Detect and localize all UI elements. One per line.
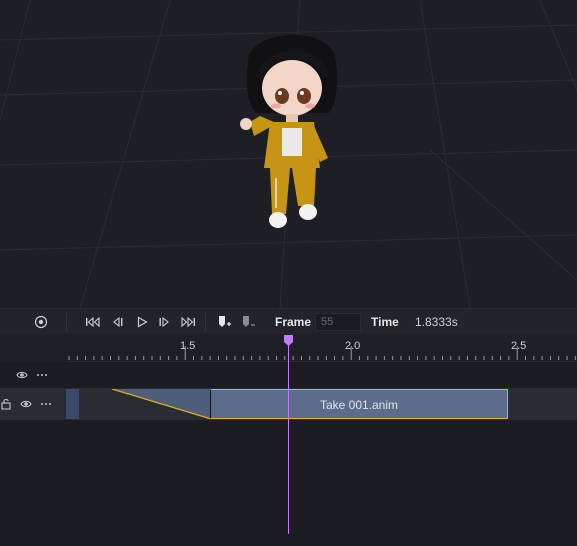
animation-clip[interactable]: Take 001.anim — [210, 389, 508, 419]
eye-icon[interactable] — [16, 369, 28, 381]
eye-icon[interactable] — [20, 398, 32, 410]
clip-label: Take 001.anim — [319, 398, 399, 412]
ruler-tick-label: 1.5 — [180, 340, 196, 352]
unlock-icon[interactable] — [0, 398, 12, 410]
skip-to-start-icon[interactable] — [85, 314, 101, 330]
character-model[interactable] — [236, 18, 348, 238]
remove-keyframe-icon[interactable] — [240, 314, 256, 330]
more-options-icon[interactable] — [36, 369, 48, 381]
toolbar-separator — [205, 313, 206, 331]
time-label: Time — [371, 315, 399, 329]
clip-blend-in[interactable] — [80, 389, 212, 419]
ruler-ticks — [68, 346, 576, 360]
next-frame-icon[interactable] — [157, 314, 173, 330]
timeline-toolbar: Frame Time 1.8333s — [0, 308, 577, 334]
toolbar-separator — [66, 313, 67, 331]
play-icon[interactable] — [134, 314, 150, 330]
skip-to-end-icon[interactable] — [180, 314, 196, 330]
playhead-handle[interactable] — [284, 335, 293, 346]
ruler-tick-label: 2.0 — [345, 340, 361, 352]
previous-frame-icon[interactable] — [109, 314, 125, 330]
playhead-line — [288, 342, 289, 534]
time-value: 1.8333s — [415, 315, 458, 329]
add-keyframe-icon[interactable] — [216, 314, 232, 330]
ruler-header — [0, 334, 66, 362]
track-start-marker — [66, 389, 79, 419]
record-icon[interactable] — [33, 314, 49, 330]
ruler-tick-label: 2.5 — [511, 340, 527, 352]
scene-viewport[interactable] — [0, 0, 577, 308]
more-options-icon[interactable] — [40, 398, 52, 410]
frame-input[interactable] — [315, 313, 361, 331]
time-ruler[interactable]: 1.5 2.0 2.5 — [66, 334, 577, 362]
frame-label: Frame — [275, 315, 312, 329]
